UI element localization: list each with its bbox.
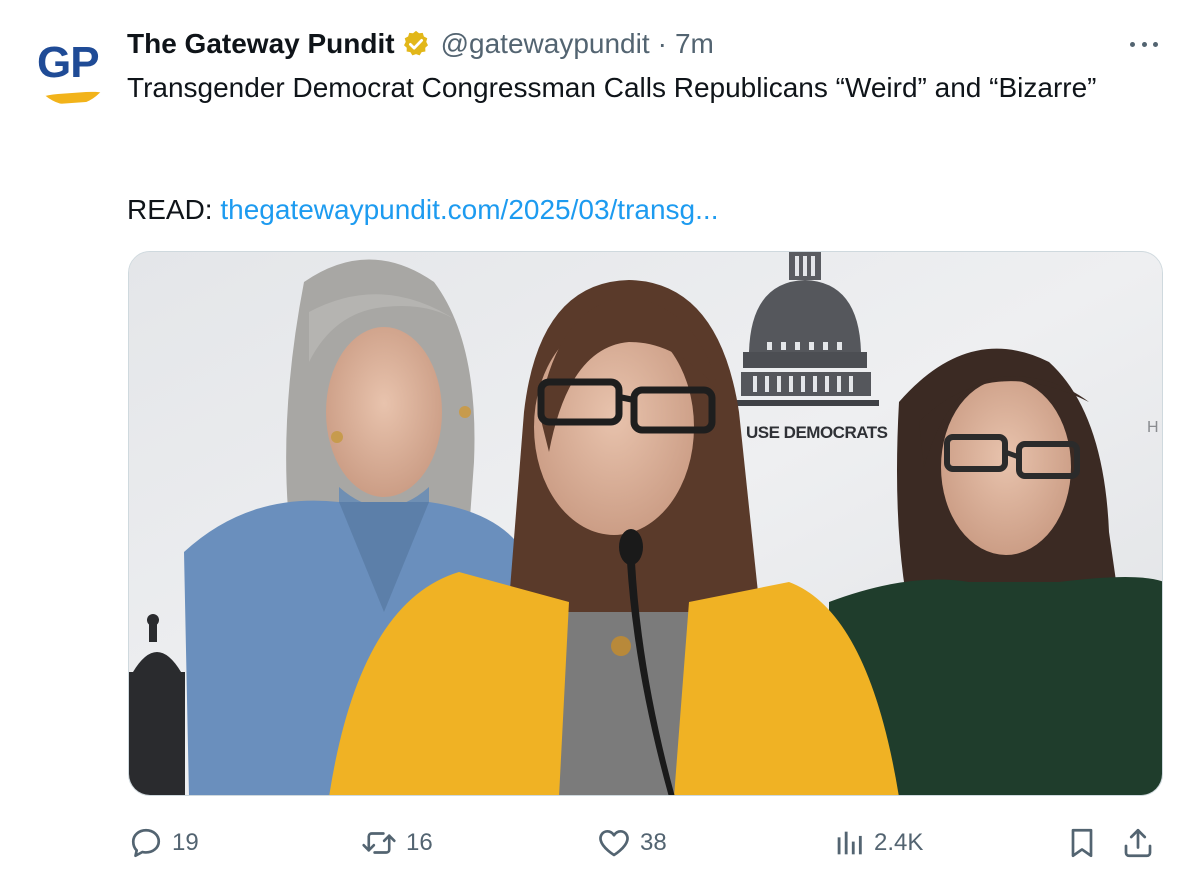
separator-dot: ·	[657, 28, 667, 59]
bookmark-icon	[1071, 828, 1093, 858]
tweet-actions: 19 16 38 2.4K	[0, 820, 1196, 866]
backdrop-text: USE DEMOCRATS	[746, 423, 888, 442]
bookmark-button[interactable]	[1064, 820, 1100, 866]
tweet-text: Transgender Democrat Congressman Calls R…	[127, 70, 1127, 106]
press-conference-image: USE DEMOCRATS H	[129, 252, 1162, 795]
analytics-bars-icon	[837, 831, 862, 855]
article-link[interactable]: thegatewaypundit.com/2025/03/transg...	[220, 194, 718, 225]
reply-button[interactable]: 19	[128, 820, 199, 866]
timestamp[interactable]: 7m	[675, 28, 714, 60]
repost-icon	[362, 832, 396, 854]
share-icon	[1124, 828, 1152, 858]
avatar-logo-text: GP	[37, 38, 100, 87]
handle[interactable]: @gatewaypundit	[441, 28, 650, 60]
display-name[interactable]: The Gateway Pundit	[127, 28, 395, 60]
tweet-media-image[interactable]: USE DEMOCRATS H	[128, 251, 1163, 796]
tweet-header: The Gateway Pundit @gatewaypundit · 7m	[127, 27, 714, 61]
like-button[interactable]: 38	[596, 820, 667, 866]
avatar-swoosh	[33, 90, 111, 105]
read-line: READ: thegatewaypundit.com/2025/03/trans…	[127, 192, 718, 228]
more-options-icon[interactable]	[1126, 30, 1162, 58]
read-label: READ:	[127, 194, 213, 225]
avatar[interactable]: GP	[31, 25, 111, 105]
heart-icon	[599, 829, 629, 857]
share-button[interactable]	[1120, 820, 1156, 866]
views-button[interactable]: 2.4K	[832, 820, 923, 866]
verified-badge-icon[interactable]	[401, 29, 431, 59]
views-count: 2.4K	[874, 829, 924, 856]
backdrop-edge-text: H	[1147, 419, 1159, 436]
reply-icon	[131, 828, 161, 858]
repost-button[interactable]: 16	[360, 820, 433, 866]
tweet-body: Transgender Democrat Congressman Calls R…	[127, 72, 1097, 103]
repost-count: 16	[406, 829, 433, 856]
like-count: 38	[640, 829, 667, 856]
reply-count: 19	[172, 829, 199, 856]
